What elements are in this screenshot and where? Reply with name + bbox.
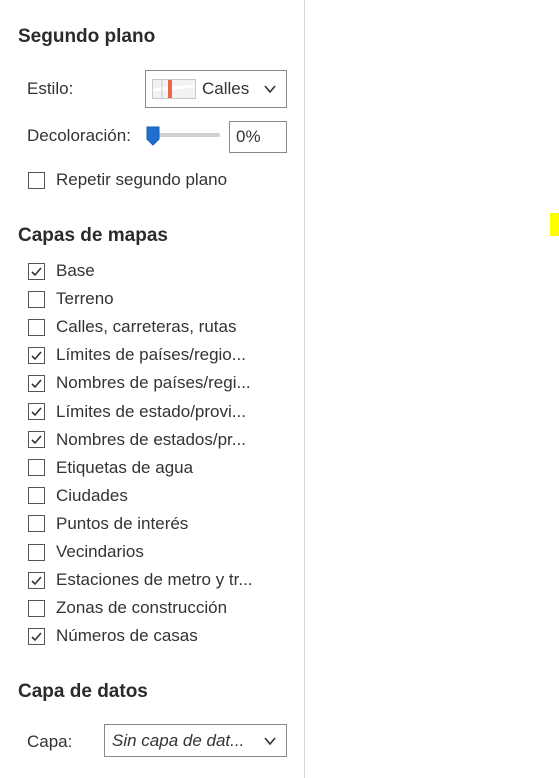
- map-layer-row[interactable]: Límites de países/regio...: [28, 344, 246, 366]
- checkmark-icon: [31, 632, 42, 641]
- map-layer-row[interactable]: Ciudades: [28, 485, 128, 507]
- fade-slider-track[interactable]: [150, 133, 220, 137]
- map-layer-checkbox[interactable]: [28, 599, 45, 617]
- chevron-down-icon: [264, 85, 276, 94]
- repeat-background-label: Repetir segundo plano: [56, 170, 228, 189]
- map-layer-row[interactable]: Base: [28, 260, 95, 282]
- chevron-down-icon: [264, 737, 276, 746]
- map-layer-checkbox[interactable]: [28, 318, 45, 336]
- data-layer-label: Capa:: [27, 732, 73, 751]
- map-layer-checkbox[interactable]: [28, 459, 45, 477]
- map-layer-label: Vecindarios: [56, 542, 144, 561]
- map-layer-label: Base: [56, 261, 95, 280]
- map-layer-label: Calles, carreteras, rutas: [56, 317, 237, 337]
- map-layer-label: Puntos de interés: [56, 513, 189, 533]
- map-layer-label: Nombres de estados/pr...: [56, 429, 246, 449]
- map-layer-label: Límites de países/regio...: [56, 345, 246, 365]
- map-layer-row[interactable]: Puntos de interés: [28, 513, 188, 535]
- map-layer-label: Zonas de construcción: [56, 598, 228, 618]
- style-label: Estilo:: [27, 79, 74, 98]
- map-layer-row[interactable]: Nombres de países/regi...: [28, 372, 251, 394]
- style-select-value: Calles: [202, 79, 250, 98]
- data-layer-select-value: Sin capa de dat...: [112, 730, 245, 750]
- checkmark-icon: [31, 266, 42, 276]
- checkmark-icon: [31, 435, 42, 445]
- data-layer-select[interactable]: Sin capa de dat...: [104, 724, 287, 757]
- map-layer-row[interactable]: Etiquetas de agua: [28, 457, 193, 479]
- checkmark-icon: [31, 351, 42, 360]
- map-layer-checkbox[interactable]: [28, 346, 45, 364]
- map-layer-checkbox[interactable]: [28, 262, 45, 280]
- map-layer-checkbox[interactable]: [28, 290, 45, 308]
- style-select[interactable]: Calles: [145, 70, 287, 108]
- fade-percent-input[interactable]: 0%: [229, 121, 287, 153]
- map-layer-checkbox[interactable]: [28, 627, 45, 645]
- map-layer-label: Límites de estado/provi...: [56, 401, 246, 421]
- map-layer-row[interactable]: Límites de estado/provi...: [28, 401, 246, 423]
- map-layer-checkbox[interactable]: [28, 431, 45, 449]
- map-options-panel: Segundo plano Estilo: Calles Decoloració…: [0, 0, 305, 778]
- checkmark-icon: [31, 407, 42, 417]
- map-layer-label: Números de casas: [56, 626, 198, 646]
- map-layer-row[interactable]: Terreno: [28, 288, 114, 310]
- map-layer-label: Ciudades: [56, 485, 128, 505]
- street-style-swatch-icon: [152, 79, 196, 99]
- map-layer-label: Etiquetas de agua: [56, 457, 194, 477]
- fade-label: Decoloración:: [27, 126, 131, 145]
- map-layer-checkbox[interactable]: [28, 543, 45, 561]
- map-layer-checkbox[interactable]: [28, 571, 45, 589]
- map-layer-row[interactable]: Vecindarios: [28, 541, 144, 563]
- fade-slider-thumb[interactable]: [146, 126, 160, 146]
- map-layer-row[interactable]: Números de casas: [28, 625, 198, 647]
- repeat-background-checkbox-row[interactable]: Repetir segundo plano: [28, 169, 227, 191]
- repeat-background-checkbox[interactable]: [28, 171, 45, 189]
- map-layer-label: Terreno: [56, 289, 114, 309]
- map-layer-row[interactable]: Estaciones de metro y tr...: [28, 569, 253, 591]
- background-section-title: Segundo plano: [18, 26, 156, 47]
- map-layer-label: Nombres de países/regi...: [56, 373, 251, 393]
- map-layer-checkbox[interactable]: [28, 515, 45, 533]
- checkmark-icon: [31, 576, 42, 585]
- checkmark-icon: [31, 379, 42, 389]
- map-layer-label: Estaciones de metro y tr...: [56, 570, 253, 590]
- map-layer-checkbox[interactable]: [28, 487, 45, 505]
- map-layer-checkbox[interactable]: [28, 403, 45, 420]
- highlight-marker: [550, 213, 559, 236]
- map-layer-checkbox[interactable]: [28, 374, 45, 392]
- map-layer-row[interactable]: Nombres de estados/pr...: [28, 429, 246, 451]
- map-layer-row[interactable]: Zonas de construcción: [28, 597, 227, 619]
- map-layers-section-title: Capas de mapas: [18, 225, 168, 246]
- map-layer-row[interactable]: Calles, carreteras, rutas: [28, 316, 236, 338]
- data-layer-section-title: Capa de datos: [18, 681, 148, 702]
